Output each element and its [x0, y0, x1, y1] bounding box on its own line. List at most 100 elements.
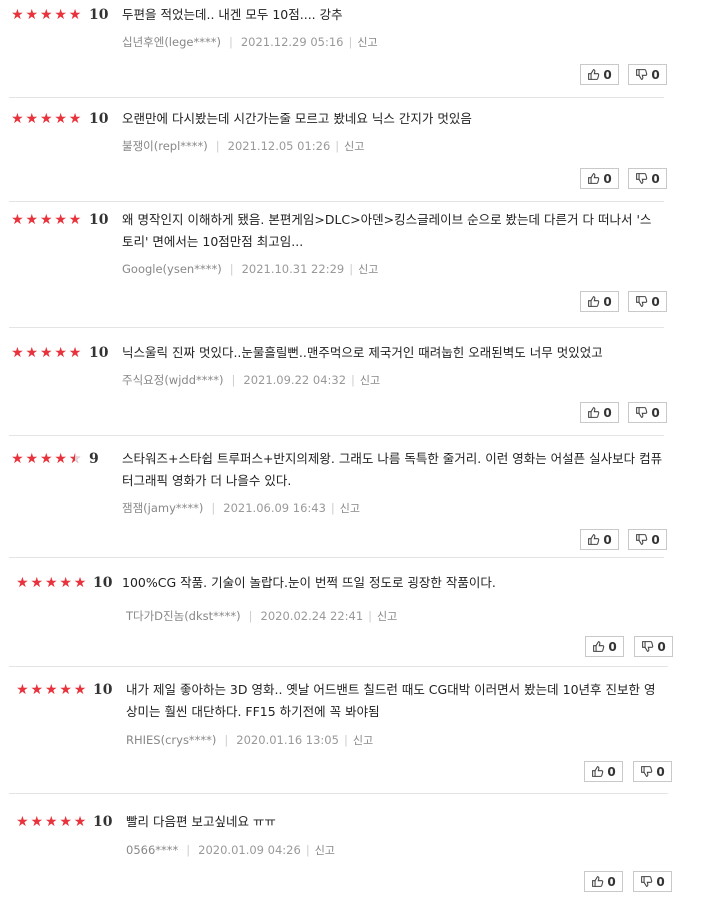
star-icon: ★ [44, 682, 58, 698]
dislike-button[interactable]: 0 [628, 402, 667, 423]
divider: | [215, 139, 220, 153]
review-text: 빨리 다음편 보고싶네요 ㅠㅠ [126, 814, 276, 829]
review-meta: T다가D진놈(dkst****) | 2020.02.24 22:41 | 신고 [126, 608, 397, 624]
like-count: 0 [603, 171, 612, 186]
reviewer-name[interactable]: 십년후엔(lege****) [122, 35, 221, 49]
divider: | [348, 35, 353, 49]
star-icon: ★ [54, 451, 67, 467]
dislike-count: 0 [656, 874, 665, 889]
star-icon: ★ [11, 345, 24, 361]
like-count: 0 [603, 405, 612, 420]
reviewer-name[interactable]: 0566**** [126, 843, 178, 857]
thumbs-down-icon [640, 875, 653, 888]
review-meta: 잼잼(jamy****) | 2021.06.09 16:43 | 신고 [122, 500, 360, 516]
star-icon: ★ [73, 575, 87, 591]
thumbs-down-icon [635, 533, 648, 546]
divider: | [335, 139, 340, 153]
dislike-button[interactable]: 0 [633, 761, 672, 782]
review-meta: 0566**** | 2020.01.09 04:26 | 신고 [126, 842, 335, 858]
dislike-button[interactable]: 0 [628, 529, 667, 550]
thumbs-down-icon [635, 172, 648, 185]
dislike-count: 0 [651, 67, 660, 82]
like-count: 0 [603, 67, 612, 82]
review-meta: Google(ysen****) | 2021.10.31 22:29 | 신고 [122, 261, 378, 277]
dislike-button[interactable]: 0 [628, 168, 667, 189]
dislike-count: 0 [657, 639, 666, 654]
star-icon: ★ [68, 111, 82, 127]
star-icon: ★ [59, 814, 72, 830]
reviewer-name[interactable]: RHIES(crys****) [126, 733, 216, 747]
like-button[interactable]: 0 [585, 636, 624, 657]
reviewer-name[interactable]: T다가D진놈(dkst****) [126, 609, 241, 623]
thumbs-up-icon [591, 765, 604, 778]
report-link[interactable]: 신고 [377, 610, 397, 623]
reviewer-name[interactable]: 주식요정(wjdd****) [122, 373, 224, 387]
like-button[interactable]: 0 [584, 761, 623, 782]
reviewer-name[interactable]: 잼잼(jamy****) [122, 501, 203, 515]
like-button[interactable]: 0 [580, 402, 619, 423]
score: 10 [89, 7, 109, 23]
report-link[interactable]: 신고 [340, 502, 360, 515]
report-link[interactable]: 신고 [344, 140, 364, 153]
divider: | [351, 373, 355, 387]
reviewer-name[interactable]: Google(ysen****) [122, 262, 222, 276]
thumbs-down-icon [635, 295, 648, 308]
dislike-button[interactable]: 0 [634, 636, 673, 657]
star-icon: ★ [54, 111, 67, 127]
report-link[interactable]: 신고 [358, 263, 378, 276]
dislike-button[interactable]: 0 [628, 64, 667, 85]
review-text: 두편을 적었는데.. 내겐 모두 10점.... 강추 [122, 7, 343, 22]
star-rating: ★ ★ ★ ★ ★ [10, 451, 82, 467]
like-button[interactable]: 0 [580, 64, 619, 85]
report-link[interactable]: 신고 [357, 36, 377, 49]
thumbs-up-icon [587, 533, 600, 546]
dislike-button[interactable]: 0 [633, 871, 672, 892]
divider: | [211, 501, 216, 515]
star-rating: ★ ★ ★ ★ ★ [10, 7, 82, 23]
report-link[interactable]: 신고 [353, 734, 373, 747]
review-meta: 십년후엔(lege****) | 2021.12.29 05:16 | 신고 [122, 34, 378, 50]
star-rating: ★ ★ ★ ★ ★ [15, 575, 87, 591]
divider: | [248, 609, 253, 623]
review-text: 내가 제일 좋아하는 3D 영화.. 옛날 어드밴트 칠드런 때도 CG대박 이… [126, 682, 656, 719]
review-date: 2021.12.05 01:26 [227, 139, 331, 153]
star-rating: ★ ★ ★ ★ ★ [15, 814, 87, 830]
star-icon: ★ [73, 814, 87, 830]
review-date: 2021.09.22 04:32 [243, 373, 347, 387]
dislike-count: 0 [651, 294, 660, 309]
star-rating: ★ ★ ★ ★ ★ [10, 345, 82, 361]
star-icon: ★ [39, 7, 53, 23]
review-divider [9, 666, 668, 667]
review-divider [9, 435, 664, 436]
star-icon: ★ [54, 345, 67, 361]
report-link[interactable]: 신고 [315, 844, 335, 857]
star-rating: ★ ★ ★ ★ ★ [15, 682, 87, 698]
dislike-button[interactable]: 0 [628, 291, 667, 312]
report-link[interactable]: 신고 [360, 374, 380, 387]
review-text: 100%CG 작품. 기술이 놀랍다.눈이 번쩍 뜨일 정도로 굉장한 작품이다… [122, 575, 496, 590]
star-icon: ★ [54, 7, 67, 23]
review-divider [9, 201, 664, 202]
divider: | [231, 373, 236, 387]
thumbs-up-icon [587, 68, 600, 81]
star-icon: ★ [68, 7, 82, 23]
review-date: 2021.12.29 05:16 [240, 35, 344, 49]
star-icon: ★ [39, 345, 53, 361]
star-icon: ★ [16, 682, 29, 698]
star-icon: ★ [11, 111, 24, 127]
star-icon: ★ [73, 682, 87, 698]
like-button[interactable]: 0 [584, 871, 623, 892]
star-icon: ★ [25, 345, 39, 361]
score: 10 [93, 682, 113, 698]
like-button[interactable]: 0 [580, 529, 619, 550]
review-text: 스타워즈+스타쉽 트루퍼스+반지의제왕. 그래도 나름 독특한 줄거리. 이런 … [122, 451, 663, 488]
like-button[interactable]: 0 [580, 291, 619, 312]
review-text: 왜 명작인지 이해하게 됐음. 본편게임>DLC>아덴>킹스글레이브 순으로 봤… [122, 212, 652, 249]
review-date: 2021.10.31 22:29 [241, 262, 345, 276]
reviewer-name[interactable]: 불쟁이(repl****) [122, 139, 208, 153]
like-button[interactable]: 0 [580, 168, 619, 189]
divider: | [343, 733, 348, 747]
divider: | [224, 733, 229, 747]
star-icon: ★ [39, 111, 53, 127]
divider: | [229, 262, 234, 276]
